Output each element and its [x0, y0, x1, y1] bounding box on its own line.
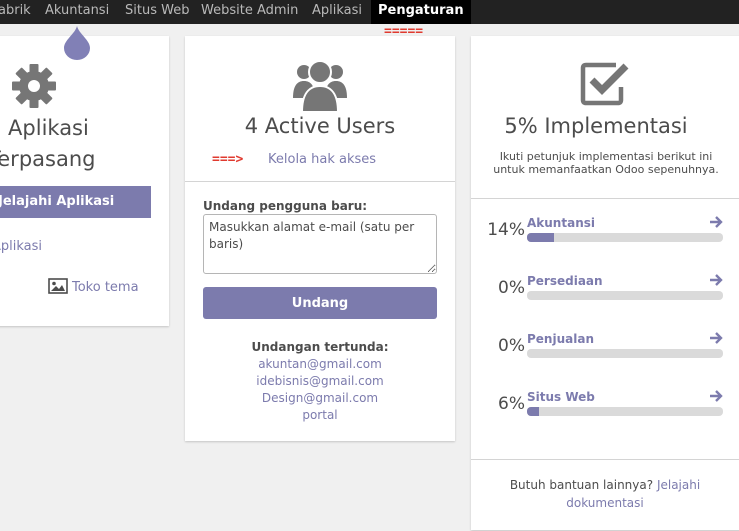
- divider: [471, 459, 739, 460]
- browse-apps-button[interactable]: Jelajahi Aplikasi: [0, 186, 151, 218]
- pending-invite-item[interactable]: Design@gmail.com: [185, 390, 455, 407]
- users-icon: [293, 60, 347, 112]
- image-icon: [48, 278, 68, 294]
- pending-invite-item[interactable]: akuntan@gmail.com: [185, 356, 455, 373]
- progress-label[interactable]: Akuntansi: [527, 216, 595, 230]
- menu-item-akuntansi[interactable]: Akuntansi: [45, 0, 109, 24]
- arrow-right-icon[interactable]: [708, 331, 724, 345]
- top-menu: abrik Akuntansi Situs Web Website Admin …: [0, 0, 739, 24]
- arrow-right-icon[interactable]: [708, 215, 724, 229]
- implementation-description: Ikuti petunjuk implementasi berikut ini …: [493, 150, 719, 176]
- apps-title-line1: 0 Aplikasi: [0, 116, 89, 140]
- progress-percent: 6%: [498, 394, 525, 414]
- progress-bar: [527, 349, 723, 358]
- menu-item-fabrik[interactable]: abrik: [0, 0, 31, 24]
- theme-store-label: Toko tema: [72, 280, 139, 295]
- help-text: Butuh bantuan lainnya? Jelajahi dokument…: [471, 476, 739, 512]
- progress-fill: [527, 233, 555, 242]
- annotation-arrow: ===>: [212, 152, 244, 167]
- help-question: Butuh bantuan lainnya?: [509, 478, 654, 492]
- progress-label[interactable]: Penjualan: [527, 332, 594, 346]
- progress-label[interactable]: Situs Web: [527, 390, 595, 404]
- implementation-title: 5% Implementasi: [504, 114, 688, 138]
- divider: [471, 198, 739, 199]
- apps-link[interactable]: Aplikasi: [0, 239, 42, 254]
- progress-percent: 0%: [498, 278, 525, 298]
- pending-invite-item[interactable]: portal: [185, 407, 455, 424]
- pending-invites-list: akuntan@gmail.com idebisnis@gmail.com De…: [185, 356, 455, 424]
- apps-title: 0 Aplikasi Terpasang: [0, 113, 95, 175]
- menu-item-aplikasi[interactable]: Aplikasi: [312, 0, 362, 24]
- progress-bar: [527, 233, 723, 242]
- apps-title-line2: Terpasang: [0, 147, 96, 171]
- drop-marker-icon: [64, 26, 90, 60]
- invite-label: Undang pengguna baru:: [203, 199, 368, 213]
- progress-bar: [527, 407, 723, 416]
- invite-emails-input[interactable]: [203, 214, 437, 274]
- progress-percent: 14%: [487, 220, 525, 240]
- checkbox-icon: [580, 62, 629, 106]
- invite-button[interactable]: Undang: [203, 287, 437, 319]
- pending-invites-title: Undangan tertunda:: [251, 340, 389, 354]
- arrow-right-icon[interactable]: [708, 389, 724, 403]
- menu-item-situs-web[interactable]: Situs Web: [125, 0, 189, 24]
- progress-bar: [527, 291, 723, 300]
- manage-access-link[interactable]: Kelola hak akses: [268, 152, 376, 167]
- pending-invite-item[interactable]: idebisnis@gmail.com: [185, 373, 455, 390]
- menu-item-website-admin[interactable]: Website Admin: [201, 0, 298, 24]
- progress-fill: [527, 407, 539, 416]
- gear-icon: [12, 64, 56, 108]
- progress-percent: 0%: [498, 336, 525, 356]
- divider: [185, 181, 455, 182]
- theme-store-link[interactable]: Toko tema: [48, 278, 139, 295]
- arrow-right-icon[interactable]: [708, 273, 724, 287]
- progress-label[interactable]: Persediaan: [527, 274, 603, 288]
- active-users-title: 4 Active Users: [244, 114, 396, 138]
- menu-item-pengaturan[interactable]: Pengaturan: [371, 0, 471, 24]
